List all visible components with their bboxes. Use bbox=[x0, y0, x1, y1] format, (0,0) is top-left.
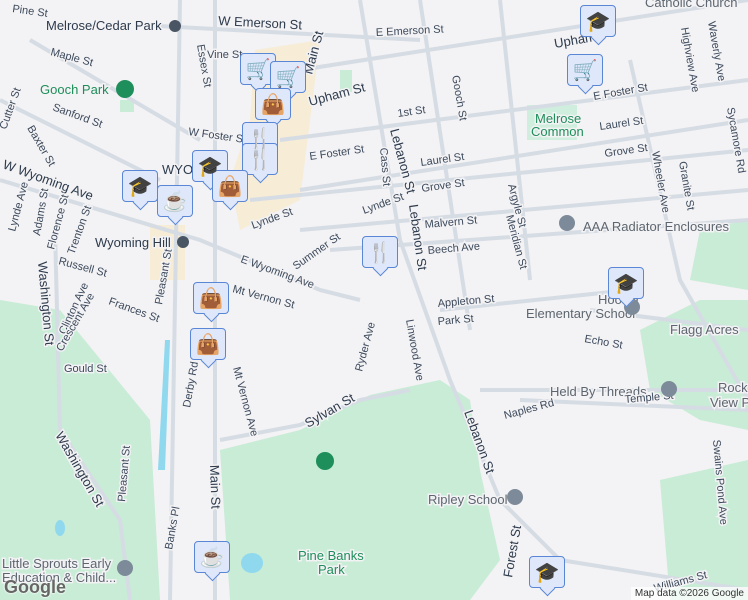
label: Lynde Ave bbox=[6, 181, 31, 233]
shopping-marker[interactable]: 🛒 bbox=[567, 54, 603, 86]
label: Melrose/Cedar Park bbox=[46, 18, 162, 33]
coffee-cup-icon: ☕ bbox=[199, 546, 225, 569]
label: Granite St bbox=[676, 160, 696, 211]
cart-icon: 🛒 bbox=[275, 66, 301, 89]
label: Ripley School bbox=[428, 492, 508, 507]
label: Forest St bbox=[500, 524, 524, 579]
school-marker[interactable]: 🎓 bbox=[580, 5, 616, 37]
shopping-marker[interactable]: 🛒 bbox=[270, 61, 306, 93]
label: Ryder Ave bbox=[353, 321, 378, 373]
shopping-bag-icon: 👜 bbox=[217, 175, 243, 198]
school-icon: 🎓 bbox=[127, 175, 153, 198]
label: Laurel St bbox=[599, 115, 644, 133]
shopping-bag-icon: 👜 bbox=[198, 287, 224, 310]
label: Trenton St bbox=[66, 204, 95, 256]
fork-knife-icon: 🍴 bbox=[367, 241, 393, 264]
label: 1st St bbox=[397, 104, 427, 120]
school-marker[interactable]: 🎓 bbox=[529, 556, 565, 588]
label: Gooch St bbox=[449, 74, 469, 121]
label: Flagg Acres bbox=[670, 322, 739, 337]
google-logo: Google bbox=[4, 577, 66, 597]
label: Grove St bbox=[421, 177, 466, 195]
label: Main St bbox=[207, 465, 224, 510]
restaurant-marker[interactable]: 🍴 bbox=[242, 143, 278, 175]
coffee-cup-icon: ☕ bbox=[162, 190, 188, 213]
label: E Foster St bbox=[309, 143, 365, 163]
label: Wyoming Hill bbox=[95, 235, 171, 250]
school-icon: 🎓 bbox=[613, 272, 639, 295]
label: Upham St bbox=[307, 79, 367, 109]
label: Banks Pl bbox=[163, 506, 182, 551]
label: Linwood Ave bbox=[403, 318, 426, 381]
restaurant-marker[interactable]: 🍴 bbox=[362, 236, 398, 268]
label: Catholic Church bbox=[645, 0, 738, 10]
shopping-bag-icon: 👜 bbox=[195, 333, 221, 356]
label: Sanford St bbox=[51, 102, 104, 131]
label: Baxter St bbox=[24, 124, 57, 169]
label: Vine St bbox=[207, 49, 242, 61]
label: Highview Ave bbox=[678, 26, 701, 93]
label: AAA Radiator Enclosures bbox=[583, 219, 729, 234]
label: Common bbox=[531, 124, 584, 139]
label: E Emerson St bbox=[376, 23, 444, 39]
label: Pine Banks bbox=[298, 548, 364, 563]
label: Gould St bbox=[64, 363, 107, 375]
label: Russell St bbox=[57, 255, 108, 279]
fork-knife-icon: 🍴 bbox=[247, 148, 273, 171]
label: Adams St bbox=[31, 187, 51, 236]
school-icon: 🎓 bbox=[534, 561, 560, 584]
label: Sycamore Rd bbox=[724, 106, 747, 174]
label: View P bbox=[710, 395, 748, 410]
label: Little Sprouts Early bbox=[2, 556, 112, 571]
shopping-bag-icon: 👜 bbox=[260, 93, 286, 116]
shopping-marker[interactable]: 👜 bbox=[190, 328, 226, 360]
label: W Foster St bbox=[188, 126, 247, 146]
label: Park bbox=[318, 562, 345, 577]
label: Grove St bbox=[604, 142, 649, 160]
school-icon: 🎓 bbox=[585, 10, 611, 33]
cafe-marker[interactable]: ☕ bbox=[157, 185, 193, 217]
map-attribution[interactable]: Map data ©2026 Google bbox=[630, 587, 748, 600]
label: Echo St bbox=[583, 333, 623, 352]
cart-icon: 🛒 bbox=[572, 59, 598, 82]
map-canvas[interactable]: Pine St W Emerson St E Emerson St Melros… bbox=[0, 0, 748, 600]
label: Derby Rd bbox=[181, 361, 201, 409]
label: Rock bbox=[718, 380, 748, 395]
school-marker[interactable]: 🎓 bbox=[608, 267, 644, 299]
label: Waverly Ave bbox=[705, 20, 727, 82]
label: Florence St bbox=[45, 193, 71, 250]
label: Pine St bbox=[12, 3, 49, 20]
label: Cass St bbox=[377, 147, 392, 186]
label: Elementary School bbox=[526, 306, 635, 321]
label: Mt Vernon St bbox=[231, 283, 296, 311]
label: Gooch Park bbox=[40, 82, 109, 97]
shopping-marker[interactable]: 👜 bbox=[212, 170, 248, 202]
school-marker[interactable]: 🎓 bbox=[122, 170, 158, 202]
shopping-marker[interactable]: 👜 bbox=[255, 88, 291, 120]
label: Appleton St bbox=[437, 293, 495, 310]
label: Mt Vernon Ave bbox=[230, 366, 260, 438]
label: Summer St bbox=[291, 231, 343, 272]
label: Lynde St bbox=[361, 191, 406, 217]
cafe-marker[interactable]: ☕ bbox=[194, 541, 230, 573]
label: WYO bbox=[162, 162, 193, 177]
cart-icon: 🛒 bbox=[245, 58, 271, 81]
shopping-marker[interactable]: 👜 bbox=[193, 282, 229, 314]
